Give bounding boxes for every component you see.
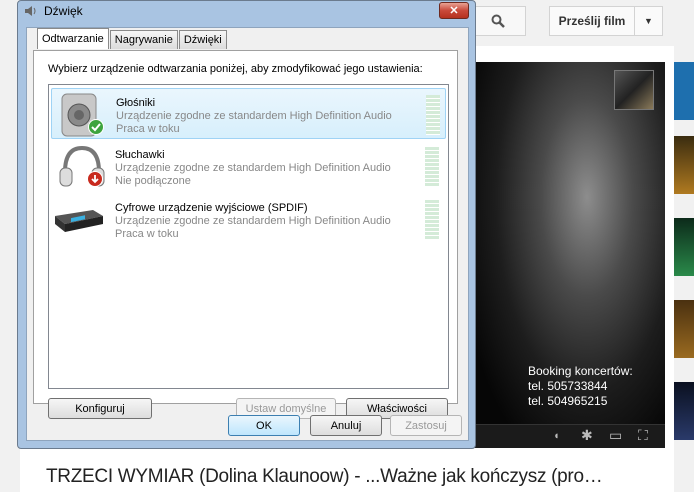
tab-playback[interactable]: Odtwarzanie (37, 28, 109, 49)
check-badge-icon (88, 119, 104, 135)
sidebar-thumbnail[interactable] (674, 136, 694, 194)
sidebar-thumbnail[interactable] (674, 300, 694, 358)
window-title: Dźwięk (44, 4, 83, 18)
booking-line: tel. 504965215 (528, 394, 608, 408)
booking-overlay: Booking koncertów: tel. 505733844 tel. 5… (528, 364, 633, 409)
booking-line: tel. 505733844 (528, 379, 608, 393)
apply-button[interactable]: Zastosuj (390, 415, 462, 436)
upload-button[interactable]: Prześlij film (549, 6, 635, 36)
sound-dialog: Dźwięk ✕ Odtwarzanie Nagrywanie Dźwięki … (17, 0, 476, 449)
upload-dropdown-button[interactable]: ▼ (634, 6, 663, 36)
tab-recording[interactable]: Nagrywanie (109, 30, 178, 49)
device-name: Słuchawki (115, 149, 165, 161)
configure-button[interactable]: Konfiguruj (48, 398, 152, 419)
instruction-text: Wybierz urządzenie odtwarzania poniżej, … (48, 63, 423, 75)
title-bar: Dźwięk (24, 2, 83, 20)
video-control-bar (470, 424, 665, 448)
video-title[interactable]: TRZECI WYMIAR (Dolina Klaunoow) - ...Waż… (46, 466, 603, 488)
volume-meter (425, 147, 439, 187)
video-thumbnail[interactable] (614, 70, 654, 110)
tab-panel: Wybierz urządzenie odtwarzania poniżej, … (33, 50, 458, 419)
device-item-spdif[interactable]: Cyfrowe urządzenie wyjściowe (SPDIF) Urz… (51, 194, 446, 245)
tab-strip: Odtwarzanie Nagrywanie Dźwięki (37, 28, 228, 49)
volume-meter (426, 95, 440, 135)
device-status: Nie podłączone (115, 175, 191, 187)
device-item-headphones[interactable]: Słuchawki Urządzenie zgodne ze standarde… (51, 141, 446, 192)
device-description: Urządzenie zgodne ze standardem High Def… (116, 110, 392, 122)
cancel-button[interactable]: Anuluj (310, 415, 382, 436)
device-status: Praca w toku (116, 123, 180, 135)
search-icon (491, 14, 505, 28)
sidebar-thumbnail[interactable] (674, 382, 694, 440)
device-status: Praca w toku (115, 228, 179, 240)
close-icon: ✕ (449, 5, 459, 17)
gear-icon[interactable]: ✱ (581, 427, 593, 444)
unplugged-badge-icon (87, 171, 103, 187)
device-description: Urządzenie zgodne ze standardem High Def… (115, 215, 391, 227)
spdif-device-icon (55, 210, 103, 232)
tab-sounds[interactable]: Dźwięki (178, 30, 227, 49)
chevron-down-icon: ▼ (644, 16, 653, 26)
sidebar-thumbnail[interactable] (674, 218, 694, 276)
booking-line: Booking koncertów: (528, 364, 633, 378)
device-description: Urządzenie zgodne ze standardem High Def… (115, 162, 391, 174)
device-name: Cyfrowe urządzenie wyjściowe (SPDIF) (115, 202, 308, 214)
search-button[interactable] (470, 6, 526, 36)
fullscreen-icon[interactable]: ⛶ (638, 427, 648, 444)
device-list[interactable]: Głośniki Urządzenie zgodne ze standardem… (48, 84, 449, 389)
device-name: Głośniki (116, 97, 156, 109)
clock-icon[interactable]: ◖ (553, 430, 560, 442)
ok-button[interactable]: OK (228, 415, 300, 436)
theater-mode-icon[interactable]: ▭ (609, 427, 622, 444)
speaker-small-icon (25, 6, 36, 16)
sidebar-thumbnail[interactable] (674, 62, 694, 120)
volume-meter (425, 200, 439, 240)
close-button[interactable]: ✕ (439, 2, 469, 19)
dialog-body: Odtwarzanie Nagrywanie Dźwięki Wybierz u… (26, 27, 469, 441)
device-item-speakers[interactable]: Głośniki Urządzenie zgodne ze standardem… (51, 88, 446, 139)
